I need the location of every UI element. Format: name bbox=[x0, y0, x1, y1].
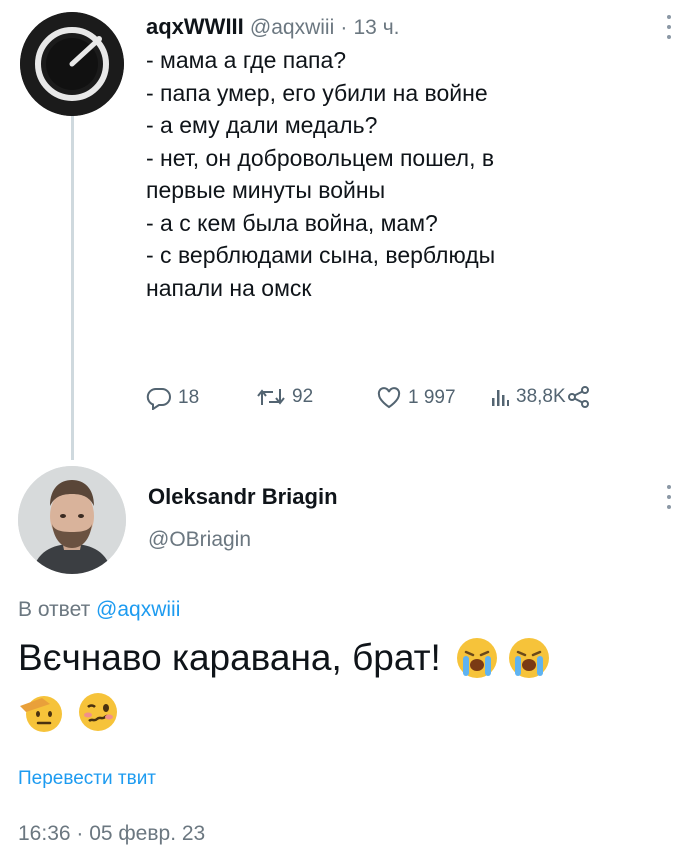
profile-photo-icon bbox=[18, 466, 126, 574]
time-ago[interactable]: 13 ч. bbox=[354, 16, 400, 39]
retweet-button[interactable]: 92 bbox=[256, 386, 313, 408]
tweet-actions: 18 92 1 997 38,8K bbox=[146, 386, 646, 416]
timestamp[interactable]: 16:36 · 05 февр. 23 bbox=[18, 822, 205, 846]
tweet-line: напали на омск bbox=[146, 274, 312, 301]
tweet-line: - а ему дали медаль? bbox=[146, 112, 378, 138]
tweet-header: aqxWWIII @aqxwiii · 13 ч. bbox=[146, 14, 399, 40]
separator: · bbox=[340, 16, 348, 39]
reply-button[interactable]: 18 bbox=[146, 386, 199, 410]
tweet-line: - а с кем была война, мам? bbox=[146, 209, 438, 236]
loudly-crying-face-icon bbox=[456, 638, 497, 678]
avatar[interactable] bbox=[20, 12, 124, 116]
reply-context: В ответ @aqxwiii bbox=[18, 598, 180, 622]
translate-tweet-link[interactable]: Перевести твит bbox=[18, 768, 156, 790]
reply-prefix: В ответ bbox=[18, 598, 91, 621]
retweet-count: 92 bbox=[292, 386, 314, 407]
like-button[interactable]: 1 997 bbox=[376, 386, 456, 410]
display-name[interactable]: Oleksandr Briagin bbox=[148, 484, 338, 510]
views-button[interactable]: 38,8K bbox=[490, 386, 590, 408]
tweet-line: - папа умер, его убили на войне bbox=[146, 79, 488, 106]
thread-connector-line bbox=[71, 108, 74, 460]
reply-text: Вєчнаво каравана, брат! bbox=[18, 637, 441, 678]
retweet-icon bbox=[257, 389, 285, 405]
loudly-crying-face-icon bbox=[508, 638, 549, 678]
saluting-face-icon bbox=[20, 696, 62, 732]
display-name[interactable]: aqxWWIII bbox=[146, 14, 244, 39]
reply-count: 18 bbox=[178, 387, 200, 408]
tweet-text: Вєчнаво каравана, брат! bbox=[18, 636, 551, 680]
camera-lens-avatar-icon bbox=[20, 12, 124, 116]
tweet-line: первые минуты войны bbox=[146, 177, 386, 203]
like-icon bbox=[377, 387, 401, 409]
woozy-face-icon bbox=[79, 693, 117, 731]
reply-icon bbox=[146, 387, 171, 410]
more-options-icon[interactable] bbox=[666, 484, 676, 510]
tweet-line: - с верблюдами сына, верблюды bbox=[146, 242, 496, 268]
avatar[interactable] bbox=[18, 466, 126, 574]
like-count: 1 997 bbox=[408, 387, 456, 408]
views-icon bbox=[492, 390, 509, 406]
handle[interactable]: @OBriagin bbox=[148, 528, 251, 552]
views-count: 38,8K bbox=[516, 386, 566, 407]
tweet-line: - нет, он добровольцем пошел, в bbox=[146, 144, 495, 171]
more-options-icon[interactable] bbox=[666, 14, 676, 40]
share-icon[interactable] bbox=[567, 386, 590, 408]
tweet-line: - мама а где папа? bbox=[146, 47, 347, 73]
handle[interactable]: @aqxwiii bbox=[250, 16, 334, 39]
reply-to-link[interactable]: @aqxwiii bbox=[96, 598, 180, 621]
emoji-row bbox=[18, 690, 120, 734]
tweet-text: - мама а где папа? - папа умер, его убил… bbox=[146, 44, 626, 304]
